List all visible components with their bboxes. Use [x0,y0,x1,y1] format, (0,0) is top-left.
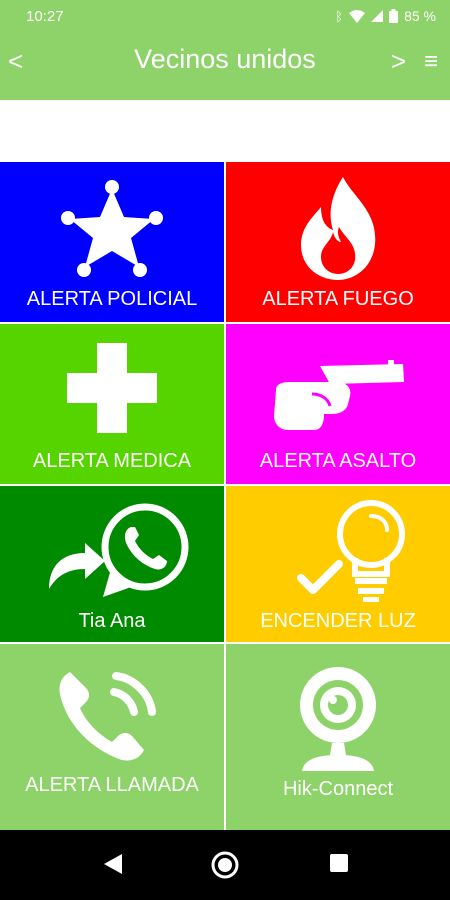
menu-button[interactable]: ≡ [424,48,438,76]
page-title: Vecinos unidos [134,44,316,74]
tile-label: ALERTA LLAMADA [25,774,199,796]
nav-recents-icon[interactable] [328,852,350,874]
system-nav-bar [0,830,450,900]
tile-label: ALERTA MEDICA [32,450,192,472]
nav-home-icon[interactable] [210,850,240,880]
tile-alerta-fuego[interactable]: ALERTA FUEGO [226,162,450,322]
flame-icon [226,172,450,282]
bluetooth-icon: ᛒ [335,8,344,24]
signal-icon [371,10,384,22]
nav-back-icon[interactable] [102,852,124,876]
tile-alerta-asalto[interactable]: ALERTA ASALTO [226,324,450,484]
battery-icon [389,9,399,23]
forward-button[interactable]: > [391,46,406,77]
tile-alerta-medica[interactable]: ALERTA MEDICA [0,324,224,484]
tile-label: ALERTA FUEGO [262,288,414,310]
tile-alerta-policial[interactable]: ALERTA POLICIAL [0,162,224,322]
tile-alerta-llamada[interactable]: ALERTA LLAMADA [0,644,224,830]
status-bar: 10:27 ᛒ 85 % [0,0,450,32]
tile-tia-ana[interactable]: Tia Ana [0,486,224,642]
police-star-icon [0,177,224,282]
whatsapp-share-icon [0,498,224,603]
gun-icon [226,349,450,439]
tile-label: ALERTA ASALTO [259,450,417,472]
tile-hik-connect[interactable]: Hik-Connect [226,644,450,830]
tile-label: ENCENDER LUZ [260,610,416,632]
status-icons: ᛒ 85 % [335,8,436,24]
medical-cross-icon [0,342,224,434]
app-bar: < Vecinos unidos > ≡ [0,32,450,100]
wifi-icon [349,9,366,23]
status-time: 10:27 [26,8,64,25]
alert-grid: ALERTA POLICIAL ALERTA FUEGO ALERTA MEDI… [0,162,450,830]
battery-percent: 85 % [404,8,436,24]
tile-label: ALERTA POLICIAL [26,288,198,310]
webcam-icon [226,662,450,774]
light-bulb-check-icon [226,498,450,606]
blank-banner-area [0,100,450,162]
tile-encender-luz[interactable]: ENCENDER LUZ [226,486,450,642]
tile-label: Tia Ana [78,610,146,632]
phone-call-icon [0,662,224,772]
tile-label: Hik-Connect [282,778,394,800]
